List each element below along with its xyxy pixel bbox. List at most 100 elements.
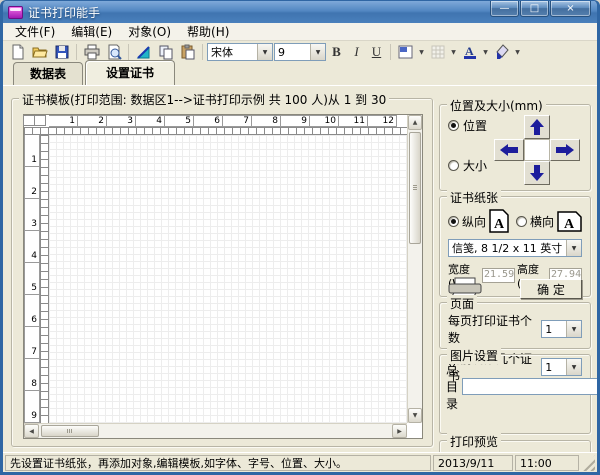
scroll-down-icon: ▼ [412, 412, 418, 419]
scroll-left-icon: ◀ [29, 427, 34, 435]
hr-num-cell: 12 [367, 115, 397, 127]
design-grid[interactable] [49, 135, 407, 423]
size-radio[interactable] [448, 160, 459, 171]
caption-buttons: — □ × [489, 1, 591, 17]
status-bar: 先设置证书纸张，再添加对象,编辑模板,如字体、字号、位置、大小。 2013/9/… [3, 452, 597, 472]
hr-num-cell: 9 [280, 115, 310, 127]
template-group: 证书模板(打印范围: 数据区1-->证书打印示例 共 100 人)从 1 到 3… [11, 91, 433, 447]
app-window: 证书打印能手 — □ × 文件(F) 编辑(E) 对象(O) 帮助(H) 宋体 … [0, 0, 600, 475]
chevron-down-icon[interactable]: ▼ [449, 49, 458, 56]
tab-data-table[interactable]: 数据表 [13, 62, 84, 85]
print-preview-button[interactable] [103, 42, 124, 62]
vr-num-cell: 6 [24, 294, 40, 327]
horizontal-scrollbar[interactable]: ◀ ▶ [24, 423, 407, 438]
status-date: 2013/9/11 [433, 455, 513, 471]
tab-strip: 数据表 设置证书 [3, 60, 597, 85]
italic-button[interactable]: I [347, 43, 366, 62]
maximize-button[interactable]: □ [520, 1, 549, 17]
per-page-combo[interactable]: 1 ▼ [541, 320, 582, 338]
border-style-button[interactable] [395, 42, 416, 62]
arrow-right-icon [556, 144, 574, 156]
size-radio-label: 大小 [463, 159, 488, 173]
underline-button[interactable]: U [367, 43, 386, 62]
menu-file[interactable]: 文件(F) [7, 22, 63, 41]
save-button[interactable] [51, 42, 72, 62]
title-bar: 证书打印能手 — □ × [3, 1, 597, 23]
ok-button[interactable]: 确 定 [520, 279, 582, 299]
landscape-radio[interactable] [516, 215, 528, 227]
draw-tool-icon [136, 46, 150, 59]
arrow-left-icon [500, 144, 518, 156]
minimize-button[interactable]: — [490, 1, 519, 17]
draw-tool-button[interactable] [133, 42, 154, 62]
new-button[interactable] [7, 42, 28, 62]
grid-button[interactable] [427, 42, 448, 62]
bold-button[interactable]: B [327, 43, 346, 62]
chevron-down-icon[interactable]: ▼ [481, 49, 490, 56]
scroll-up-button[interactable]: ▲ [408, 115, 422, 130]
chevron-down-icon: ▼ [566, 321, 581, 337]
hr-num-cell: 3 [106, 115, 136, 127]
v-ruler: 12345678910 [24, 135, 40, 423]
setup-certificate-panel: 证书模板(打印范围: 数据区1-->证书打印示例 共 100 人)从 1 到 3… [3, 85, 597, 452]
template-group-title: 证书模板(打印范围: 数据区1-->证书打印示例 共 100 人)从 1 到 3… [19, 91, 390, 108]
toolbar-separator [76, 44, 77, 60]
scroll-down-button[interactable]: ▼ [408, 408, 422, 423]
scroll-right-button[interactable]: ▶ [392, 424, 407, 438]
vertical-scroll-thumb[interactable] [409, 132, 421, 244]
toolbar-separator [128, 44, 129, 60]
nudge-arrows [494, 115, 580, 185]
vr-num-cell: 3 [24, 198, 40, 231]
save-icon [55, 45, 68, 59]
portrait-radio[interactable] [448, 215, 459, 227]
tab-setup-certificate[interactable]: 设置证书 [85, 60, 176, 85]
ruler-corner [23, 115, 49, 127]
chevron-down-icon[interactable]: ▼ [513, 49, 522, 56]
open-button[interactable] [29, 42, 50, 62]
portrait-page-icon: A [489, 209, 509, 233]
resize-grip[interactable] [581, 455, 595, 471]
font-size-combo[interactable]: 9 ▼ [274, 43, 326, 61]
vr-num-cell: 5 [24, 262, 40, 295]
copy-button[interactable] [155, 42, 176, 62]
chevron-down-icon: ▼ [310, 44, 325, 60]
position-size-group: 位置及大小(mm) 位置 大小 [439, 97, 591, 191]
page-group-title: 页面 [447, 295, 478, 312]
template-canvas: 123456789101112 12345678910 ▲ ▼ ◀ ▶ [23, 114, 423, 439]
paper-group: 证书纸张 纵向 A 横向 A 信笺, 8 1/2 x 11 英寸 ▼ 宽度(2… [439, 189, 591, 303]
move-right-button[interactable] [550, 139, 580, 161]
font-name-combo[interactable]: 宋体 ▼ [207, 43, 273, 61]
vr-num-cell: 9 [24, 390, 40, 423]
close-button[interactable]: × [550, 1, 591, 17]
position-radio-row[interactable]: 位置 [448, 117, 487, 134]
scroll-left-button[interactable]: ◀ [24, 424, 39, 438]
font-color-button[interactable]: A [459, 42, 480, 62]
h-ruler-ticks [24, 127, 407, 135]
vertical-scrollbar[interactable]: ▲ ▼ [407, 115, 422, 423]
hr-num-cell: 2 [77, 115, 107, 127]
app-icon [8, 5, 23, 19]
print-icon [84, 44, 99, 60]
fill-color-button[interactable] [491, 42, 512, 62]
size-radio-row[interactable]: 大小 [448, 157, 487, 174]
move-up-button[interactable] [524, 115, 550, 139]
menu-object[interactable]: 对象(O) [120, 22, 179, 41]
move-down-button[interactable] [524, 161, 550, 185]
menu-edit[interactable]: 编辑(E) [63, 22, 120, 41]
print-button[interactable] [81, 42, 102, 62]
print-preview-group: 打印预览 [439, 433, 591, 452]
hr-num-cell: 1 [49, 115, 78, 127]
arrow-up-icon [530, 119, 544, 135]
paste-button[interactable] [177, 42, 198, 62]
status-message: 先设置证书纸张，再添加对象,编辑模板,如字体、字号、位置、大小。 [5, 455, 431, 471]
scroll-up-icon: ▲ [412, 119, 418, 126]
print-preview-icon [108, 44, 122, 60]
paper-size-combo[interactable]: 信笺, 8 1/2 x 11 英寸 ▼ [448, 239, 582, 257]
move-left-button[interactable] [494, 139, 524, 161]
chevron-down-icon[interactable]: ▼ [417, 49, 426, 56]
horizontal-scroll-thumb[interactable] [41, 425, 99, 437]
position-radio[interactable] [448, 120, 459, 131]
svg-text:A: A [564, 217, 575, 232]
root-dir-input[interactable] [462, 378, 597, 395]
menu-help[interactable]: 帮助(H) [179, 22, 237, 41]
